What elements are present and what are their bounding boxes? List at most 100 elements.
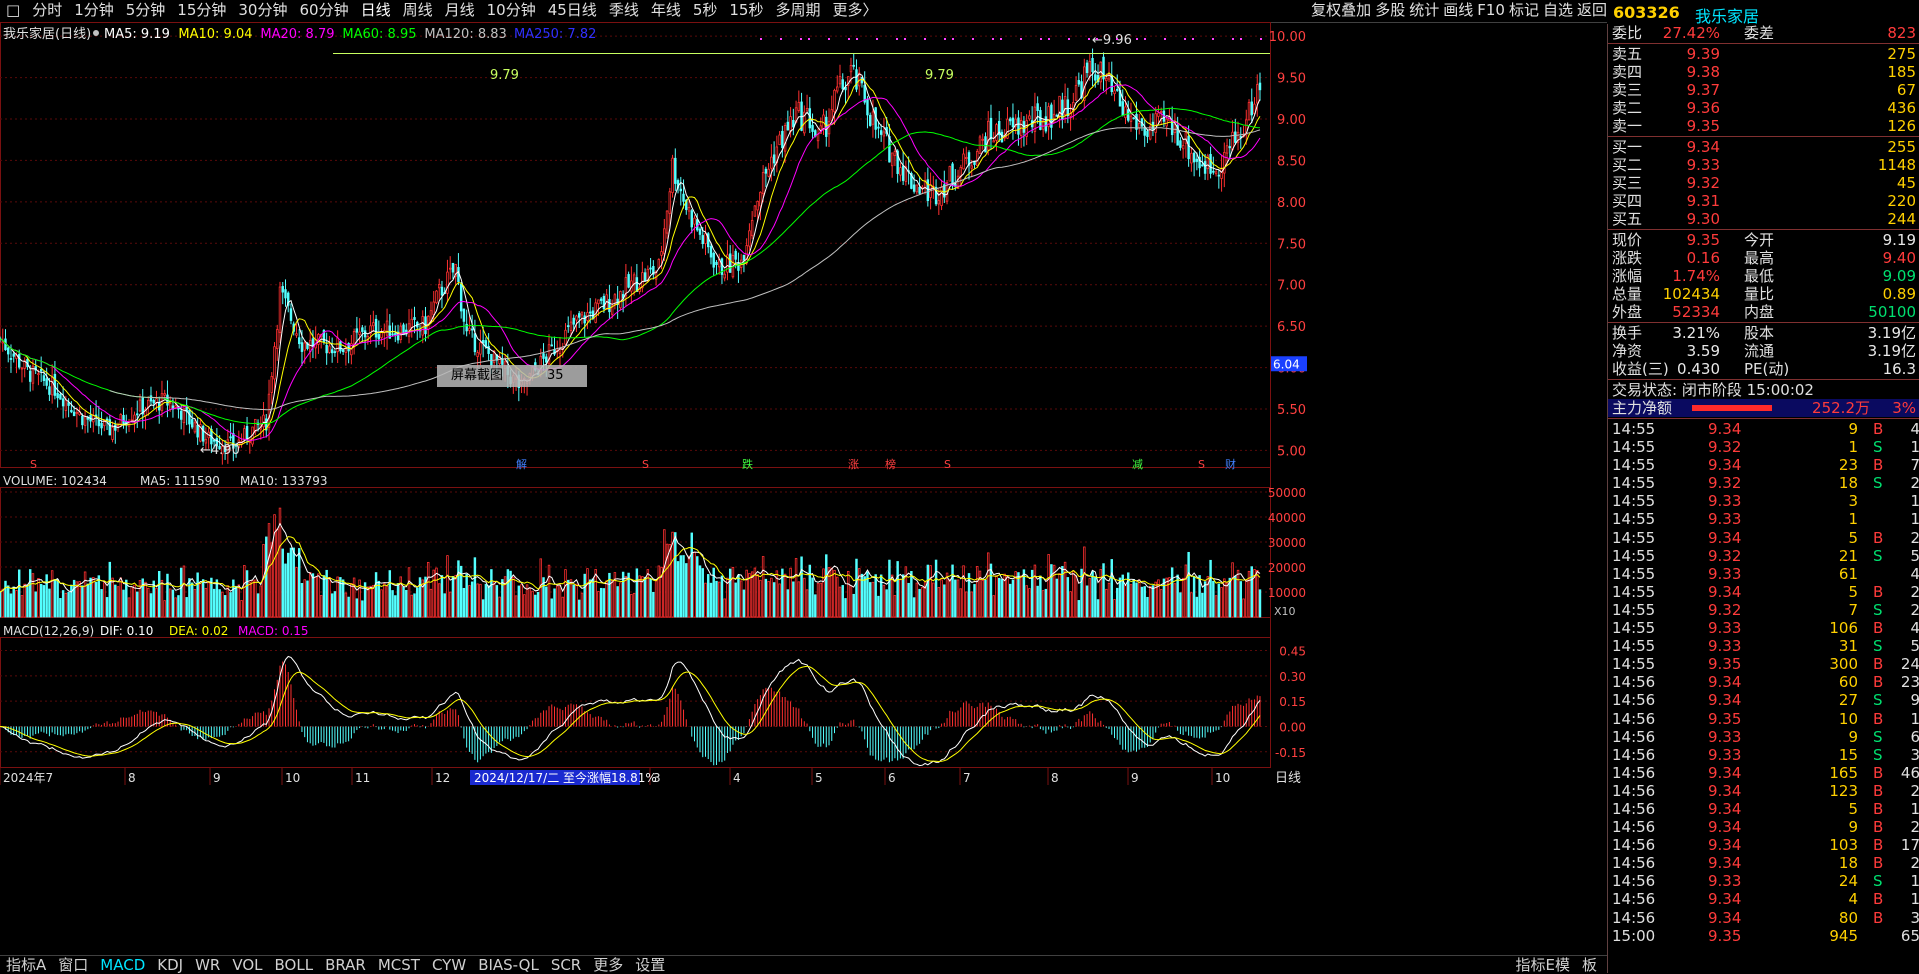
volume-bar [1055,578,1059,618]
volume-bar [847,570,850,618]
candle-body [64,399,68,411]
tick-row: 14:55 9.32 21 S 5 [1608,547,1919,565]
tick-time: 14:56 [1612,745,1656,764]
indicator-tab[interactable]: SCR [545,956,587,974]
candle-body [336,337,339,353]
indicator-tab[interactable]: MACD [94,956,151,974]
bid-row[interactable]: 买一 9.34 255 [1608,138,1919,156]
volume-bar [1028,588,1031,618]
candle-body [687,206,691,212]
volume-bar [855,558,858,618]
tick-volume: 123 [1829,781,1858,800]
indicator-tab[interactable]: 窗口 [52,956,94,974]
tick-price: 9.34 [1708,781,1742,800]
period-tab[interactable]: 30分钟 [232,0,293,20]
period-tab[interactable]: 更多〉 [827,0,884,20]
volume-bar [904,566,908,618]
volume-bar [841,585,844,618]
volume-bar [932,582,935,618]
indicator-tab[interactable]: BIAS-QL [472,956,545,974]
volume-bar [709,582,713,618]
period-tab[interactable]: 周线 [397,0,439,20]
toolbar-action[interactable]: 画线 [1441,1,1475,19]
period-tab[interactable]: 5分钟 [120,0,172,20]
stat-label: 外盘 [1612,303,1643,321]
ask-row[interactable]: 卖二 9.36 436 [1608,99,1919,117]
ask-row[interactable]: 卖三 9.37 67 [1608,81,1919,99]
kline-chart[interactable]: 10.009.509.008.508.007.507.006.506.005.5… [0,22,1607,952]
bid-row[interactable]: 买二 9.33 1148 [1608,156,1919,174]
low-label: ←4.90 [200,443,240,458]
period-tab[interactable]: 分时 [26,0,68,20]
indicator-tab[interactable]: MCST [372,956,426,974]
volume-bar [717,581,721,618]
indicator-tab[interactable]: 更多 [587,956,629,974]
tick-volume: 5 [1848,799,1858,818]
ma-legend: MA10: 9.04 [178,27,252,42]
bid-row[interactable]: 买四 9.31 220 [1608,192,1919,210]
tick-count: 46 [1900,763,1919,782]
volume-bar [698,565,702,618]
screenshot-overlay[interactable]: 屏幕截图 35 [437,365,587,387]
candle-body [1146,130,1149,137]
indicator-tab[interactable]: CYW [426,956,472,974]
tick-volume: 60 [1838,673,1858,692]
period-tab[interactable]: 15秒 [723,0,769,20]
candle-body [325,344,328,354]
window-icon[interactable]: □ [0,0,26,20]
period-tab[interactable]: 多周期 [769,0,826,20]
indicator-tab[interactable]: VOL [226,956,268,974]
toolbar-action[interactable]: 多股 [1373,1,1407,19]
toolbar-action[interactable]: 标记 [1507,1,1541,19]
ask-row[interactable]: 卖五 9.39 275 [1608,45,1919,63]
tick-time: 14:56 [1612,799,1656,818]
candle-body [1217,174,1221,177]
kline-chart-area[interactable]: 10.009.509.008.508.007.507.006.506.005.5… [0,22,1607,952]
indicator-tab[interactable]: KDJ [151,956,189,974]
divider [1608,322,1919,323]
period-tab[interactable]: 日线 [355,0,397,20]
period-tab[interactable]: 季线 [603,0,645,20]
tick-count: 2 [1910,528,1919,547]
bottombar-action[interactable]: 指标E模 [1510,956,1576,974]
volume-bar [7,585,10,618]
period-tab[interactable]: 15分钟 [171,0,232,20]
toolbar-action[interactable]: 自选 [1541,1,1575,19]
tick-price: 9.33 [1708,510,1742,529]
volume-bar [256,593,260,618]
candle-body [649,267,652,270]
tick-side: B [1873,890,1884,909]
period-tab[interactable]: 45日线 [542,0,603,20]
ask-row[interactable]: 卖四 9.38 185 [1608,63,1919,81]
volume-bar [193,589,197,618]
indicator-tab[interactable]: 设置 [629,956,671,974]
candle-body [459,283,463,312]
bottombar-action[interactable]: 板 [1576,956,1603,974]
volume-bar [48,588,51,618]
signal-dot [972,38,974,40]
period-tab[interactable]: 年线 [645,0,687,20]
period-tab[interactable]: 5秒 [687,0,724,20]
toolbar-action[interactable]: 返回 [1575,1,1609,19]
indicator-tab[interactable]: WR [189,956,226,974]
toolbar-action[interactable]: 统计 [1407,1,1441,19]
bid-row[interactable]: 买五 9.30 244 [1608,210,1919,228]
volume-bar [130,586,133,618]
volume-bar [196,572,199,618]
toolbar-action[interactable]: F10 [1475,1,1507,19]
period-tab[interactable]: 1分钟 [68,0,120,20]
volume-bar [583,573,586,618]
period-tab[interactable]: 60分钟 [293,0,354,20]
candle-body [468,327,471,331]
volume-bar [136,591,139,618]
toolbar-action[interactable]: 复权叠加 [1309,1,1373,19]
candle-body [59,394,62,400]
bid-row[interactable]: 买三 9.32 45 [1608,174,1919,192]
period-tab[interactable]: 月线 [439,0,481,20]
indicator-tab[interactable]: BRAR [319,956,372,974]
tick-list[interactable]: 14:55 9.34 9 B 4 14:55 9.32 1 S 1 14:55 9.34 23 B 7 14:… [1608,420,1919,945]
period-tab[interactable]: 10分钟 [481,0,542,20]
indicator-tab[interactable]: BOLL [269,956,320,974]
indicator-tab[interactable]: 指标A [0,956,52,974]
ask-row[interactable]: 卖一 9.35 126 [1608,117,1919,135]
